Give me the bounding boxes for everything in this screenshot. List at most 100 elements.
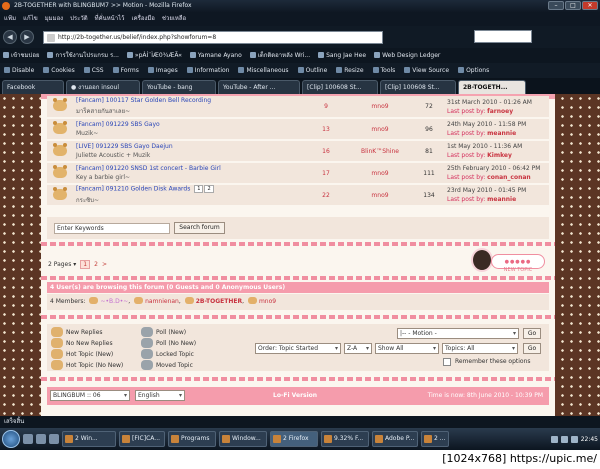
quicklaunch-icon[interactable] [36,434,46,444]
topic-author[interactable]: mno9 [345,162,415,185]
lofi-version-link[interactable]: Lo-Fi Version [273,392,317,399]
menu-file[interactable]: แฟ้ม [4,12,16,26]
new-topic-button[interactable]: ●●●●● NEW TOPIC [471,248,547,274]
dev-css[interactable]: CSS [84,63,104,78]
bookmark-item[interactable]: Yamane Ayano [190,48,242,63]
dev-outline[interactable]: Outline [298,63,328,78]
tab-clip-1[interactable]: [Clip] 100608 St... [302,80,378,94]
dev-forms[interactable]: Forms [113,63,139,78]
last-post-user[interactable]: meannie [487,130,516,137]
topic-title-link[interactable]: [Fancam] 091210 Golden Disk Awards [76,186,190,193]
taskbar-item[interactable]: 2 Firefox [270,431,318,447]
topic-replies[interactable]: 13 [307,118,345,141]
last-post-user[interactable]: meannie [487,196,516,203]
topic-replies[interactable]: 22 [307,184,345,207]
bookmark-item[interactable]: »pÀÍ¨ÌÆ0¾ÆÃ« [127,48,182,63]
topic-replies[interactable]: 9 [307,96,345,119]
topic-replies[interactable]: 16 [307,140,345,163]
topic-author[interactable]: mno9 [345,96,415,119]
topic-title-link[interactable]: [Fancam] 091220 SNSD 1st concert - Barbi… [76,165,221,172]
start-button[interactable] [2,430,20,448]
topic-title-link[interactable]: [Fancam] 100117 Star Golden Bell Recordi… [76,97,211,104]
dev-information[interactable]: Information [187,63,230,78]
topic-title-link[interactable]: [Fancam] 091229 SBS Gayo [76,121,160,128]
keywords-input[interactable]: Enter Keywords [54,223,170,234]
language-select[interactable]: English [135,390,185,401]
topic-author[interactable]: mno9 [345,118,415,141]
quicklaunch-icon[interactable] [23,434,33,444]
tab-youtube-bang[interactable]: YouTube - bang [142,80,216,94]
sort-go-button[interactable]: Go [523,343,541,354]
tab-youtube-after[interactable]: YouTube - After ... [218,80,300,94]
forum-jump-go-button[interactable]: Go [523,328,541,339]
page-link[interactable]: 2 [94,261,98,268]
taskbar-item[interactable]: Programs [168,431,216,447]
dev-view-source[interactable]: View Source [404,63,449,78]
topic-page-link[interactable]: 2 [204,185,214,193]
menu-history[interactable]: ประวัติ [70,12,88,26]
dev-images[interactable]: Images [148,63,178,78]
bookmark-item[interactable]: Web Design Ledger [374,48,440,63]
topic-filter-select[interactable]: Topics: All [442,343,518,354]
dev-options[interactable]: Options [458,63,489,78]
bookmark-item[interactable]: เข้าชมบ่อย [3,48,39,63]
skin-select[interactable]: BLINGBUM :: 06 [50,390,130,401]
menu-help[interactable]: ช่วยเหลือ [162,12,186,26]
member-link[interactable]: mno9 [259,298,276,305]
last-post-user[interactable]: conan_conan [487,174,531,181]
tab-insoul[interactable]: ● งานออก insoul [66,80,140,94]
taskbar-item[interactable]: 2 ... [421,431,449,447]
taskbar-item[interactable]: 9.32% F... [321,431,369,447]
last-post-user[interactable]: farnoey [487,108,513,115]
dev-miscellaneous[interactable]: Miscellaneous [238,63,288,78]
quicklaunch-icon[interactable] [49,434,59,444]
taskbar-item[interactable]: Window... [219,431,267,447]
address-bar[interactable]: http://2b-together.us/belief/index.php?s… [43,30,383,44]
date-range-select[interactable]: Show All [375,343,439,354]
forward-button[interactable]: ▶ [20,30,34,44]
search-box[interactable] [474,30,532,43]
taskbar-item[interactable]: Adobe P... [372,431,418,447]
topic-replies[interactable]: 17 [307,162,345,185]
dev-cookies[interactable]: Cookies [43,63,75,78]
tab-facebook[interactable]: Facebook [2,80,64,94]
next-page-link[interactable]: > [102,261,107,268]
taskbar-item[interactable]: [FIC]CA... [119,431,165,447]
menu-tools[interactable]: เครื่องมือ [132,12,155,26]
sort-order-select[interactable]: Order: Topic Started [255,343,341,354]
tab-2b-together[interactable]: 2B-TOGETH... [458,80,526,94]
dev-resize[interactable]: Resize [336,63,363,78]
maximize-button[interactable]: □ [565,1,581,10]
tab-clip-2[interactable]: [Clip] 100608 St... [380,80,456,94]
member-link[interactable]: 2B-TOGETHER [196,298,242,305]
dev-tools[interactable]: Tools [373,63,396,78]
back-button[interactable]: ◀ [3,30,17,44]
last-post-user[interactable]: Kimkey [487,152,512,159]
menu-bookmarks[interactable]: ที่คั่นหน้าไว้ [95,12,125,26]
image-host-strip: [1024x768] https://upic.me/ [0,450,600,469]
bookmark-item[interactable]: Sang Jae Hee [318,48,366,63]
close-button[interactable]: ✕ [582,1,598,10]
topic-author[interactable]: mno9 [345,184,415,207]
bookmark-item[interactable]: เด็กติดอาหลัง Wri... [250,48,310,63]
remember-options-checkbox[interactable] [443,358,451,366]
dev-disable[interactable]: Disable [4,63,34,78]
volume-icon[interactable] [570,435,578,443]
sort-direction-select[interactable]: Z-A [344,343,372,354]
minimize-button[interactable]: – [548,1,564,10]
member-link[interactable]: ~•B.D•~ [100,298,128,305]
topic-title-link[interactable]: [LIVE] 091229 SBS Gayo Daejun [76,143,173,150]
tray-icon[interactable] [560,435,568,443]
menu-edit[interactable]: แก้ไข [23,12,38,26]
bookmark-item[interactable]: การใช้งานโปรแกรม ร... [47,48,118,63]
topic-page-link[interactable]: 1 [194,185,204,193]
pages-dropdown[interactable]: 2 Pages ▾ [48,261,76,268]
member-link[interactable]: namnienan [145,298,179,305]
topic-author[interactable]: BlinK™Shine [345,140,415,163]
menu-view[interactable]: มุมมอง [45,12,63,26]
search-forum-button[interactable]: Search forum [174,222,225,234]
forum-jump-select[interactable]: |-- - Motion - [397,328,519,339]
taskbar-item[interactable]: 2 Win... [62,431,116,447]
clock[interactable]: 22:45 [581,436,598,443]
tray-icon[interactable] [550,435,558,443]
